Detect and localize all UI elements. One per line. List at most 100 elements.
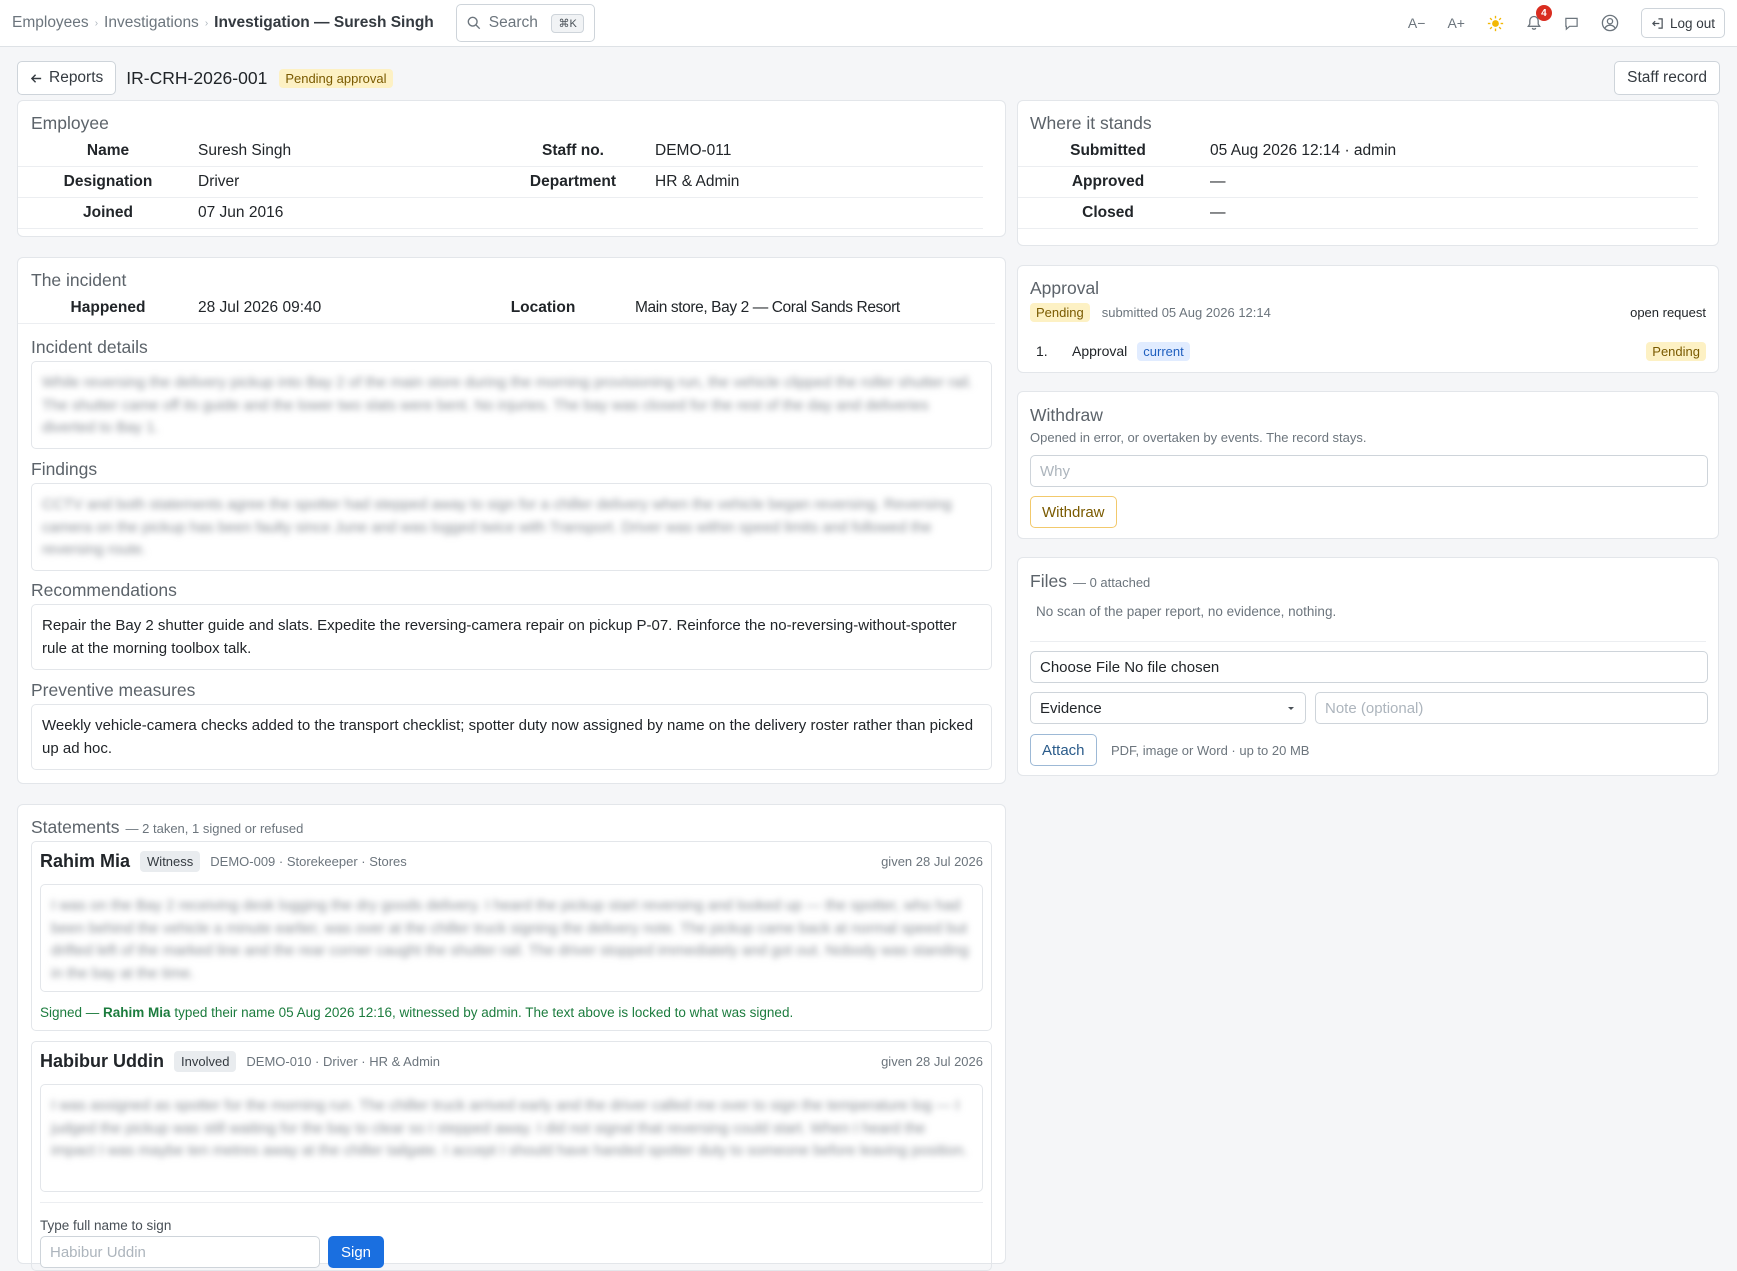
statement-meta: DEMO-009 · Storekeeper · Stores	[210, 854, 407, 869]
empty-cell	[643, 198, 983, 229]
statement-text-blurred: I was on the Bay 2 receiving desk loggin…	[51, 897, 969, 982]
approval-panel: Approval Pending submitted 05 Aug 2026 1…	[1017, 265, 1719, 373]
statements-title: Statements	[31, 817, 120, 837]
chevron-down-icon	[1288, 707, 1294, 710]
files-divider	[1030, 641, 1706, 642]
search-label: Search	[488, 14, 538, 31]
location-label: Location	[468, 293, 618, 324]
joined-value: 07 Jun 2016	[198, 198, 503, 229]
top-bar: Employees › Investigations › Investigati…	[0, 0, 1737, 47]
back-label: Reports	[49, 69, 104, 86]
statement-text-blurred: I was assigned as spotter for the mornin…	[51, 1097, 968, 1159]
font-smaller-button[interactable]: A−	[1408, 15, 1426, 31]
search-shortcut: ⌘K	[551, 13, 584, 33]
logout-icon	[1651, 17, 1663, 29]
statements-count: — 2 taken, 1 signed or refused	[125, 821, 304, 836]
designation-label: Designation	[18, 167, 198, 198]
file-chooser[interactable]: Choose File No file chosen	[1030, 651, 1708, 683]
statement-name: Habibur Uddin	[40, 1051, 164, 1071]
status-panel: Where it stands Submitted 05 Aug 2026 12…	[1017, 100, 1719, 246]
statement-header: Rahim Mia Witness DEMO-009 · Storekeeper…	[40, 851, 983, 872]
empty-cell	[503, 198, 643, 229]
joined-label: Joined	[18, 198, 198, 229]
approved-label: Approved	[1018, 167, 1198, 198]
withdraw-panel: Withdraw Opened in error, or overtaken b…	[1017, 391, 1719, 539]
logout-label: Log out	[1669, 15, 1715, 31]
approval-title: Approval	[1030, 278, 1100, 298]
happened-value: 28 Jul 2026 09:40	[198, 293, 468, 324]
files-empty-message: No scan of the paper report, no evidence…	[1036, 604, 1337, 619]
staff-no-value: DEMO-011	[643, 136, 983, 167]
file-note-input[interactable]: Note (optional)	[1315, 692, 1708, 724]
file-hint: PDF, image or Word · up to 20 MB	[1111, 743, 1310, 758]
sign-label: Type full name to sign	[40, 1218, 172, 1233]
closed-value: —	[1198, 198, 1698, 229]
staff-record-button[interactable]: Staff record	[1614, 61, 1720, 95]
department-label: Department	[503, 167, 643, 198]
statement-given-date: given 28 Jul 2026	[881, 1054, 983, 1069]
back-to-reports-button[interactable]: Reports	[17, 61, 117, 95]
signed-prefix: Signed —	[40, 1005, 104, 1020]
incident-details-text: While reversing the delivery pickup into…	[31, 361, 992, 449]
incident-fields: Happened 28 Jul 2026 09:40 Location Main…	[18, 293, 995, 324]
sign-button[interactable]: Sign	[328, 1236, 385, 1268]
name-label: Name	[18, 136, 198, 167]
search-box[interactable]: Search ⌘K	[455, 4, 595, 42]
statement-role-tag: Witness	[140, 851, 201, 872]
sign-divider	[40, 1202, 983, 1203]
incident-title: The incident	[31, 270, 127, 290]
preventive-text: Weekly vehicle-camera checks added to th…	[31, 704, 992, 770]
breadcrumb-investigations[interactable]: Investigations	[104, 14, 199, 32]
withdraw-reason-input[interactable]: Why	[1030, 455, 1708, 487]
notifications-bell-icon[interactable]: 4	[1526, 5, 1552, 31]
step-current-tag: current	[1137, 341, 1190, 361]
statement-meta: DEMO-010 · Driver · HR & Admin	[246, 1054, 441, 1069]
profile-icon[interactable]	[1601, 14, 1619, 32]
statement-role-tag: Involved	[174, 1051, 237, 1072]
findings-text: CCTV and both statements agree the spott…	[31, 483, 992, 571]
approval-submitted: submitted 05 Aug 2026 12:14	[1101, 305, 1271, 320]
preventive-title: Preventive measures	[31, 680, 196, 700]
designation-value: Driver	[198, 167, 503, 198]
withdraw-button[interactable]: Withdraw	[1030, 496, 1117, 528]
approved-value: —	[1198, 167, 1698, 198]
statements-panel: Statements — 2 taken, 1 signed or refuse…	[17, 804, 1006, 1271]
files-panel: Files — 0 attached No scan of the paper …	[1017, 557, 1719, 776]
recommendations-text: Repair the Bay 2 shutter guide and slats…	[31, 604, 992, 670]
statement-card: Rahim Mia Witness DEMO-009 · Storekeeper…	[31, 841, 992, 1031]
statement-signed-note: Signed — Rahim Mia typed their name 05 A…	[40, 1005, 793, 1020]
files-title: Files	[1030, 571, 1067, 591]
status-badge: Pending approval	[279, 68, 393, 88]
theme-sun-icon[interactable]	[1487, 15, 1504, 32]
signed-name: Rahim Mia	[103, 1005, 171, 1020]
withdraw-title: Withdraw	[1030, 405, 1103, 425]
status-fields: Submitted 05 Aug 2026 12:14 · admin Appr…	[1018, 136, 1708, 229]
staff-no-label: Staff no.	[503, 136, 643, 167]
statement-text: I was on the Bay 2 receiving desk loggin…	[40, 884, 983, 992]
arrow-left-icon	[30, 73, 42, 83]
files-header: Files — 0 attached	[1030, 571, 1150, 592]
sign-name-input[interactable]: Habibur Uddin	[40, 1236, 320, 1268]
file-type-value: Evidence	[1040, 699, 1102, 717]
files-count: — 0 attached	[1072, 575, 1151, 590]
statement-text: I was assigned as spotter for the mornin…	[40, 1084, 983, 1192]
attach-button[interactable]: Attach	[1030, 734, 1097, 766]
happened-label: Happened	[18, 293, 198, 324]
messages-icon[interactable]	[1564, 16, 1579, 31]
logout-button[interactable]: Log out	[1640, 8, 1725, 38]
findings-title: Findings	[31, 459, 98, 479]
signed-suffix: typed their name 05 Aug 2026 12:16, witn…	[170, 1005, 794, 1020]
approval-summary: Pending submitted 05 Aug 2026 12:14 open…	[1030, 303, 1706, 322]
file-type-select[interactable]: Evidence	[1030, 692, 1306, 724]
submitted-label: Submitted	[1018, 136, 1198, 167]
statement-given-date: given 28 Jul 2026	[881, 854, 983, 869]
breadcrumb-employees[interactable]: Employees	[12, 14, 89, 32]
status-title: Where it stands	[1030, 113, 1152, 133]
employee-fields: Name Suresh Singh Staff no. DEMO-011 Des…	[18, 136, 1007, 229]
recommendations-title: Recommendations	[31, 580, 177, 600]
notifications-count: 4	[1535, 5, 1552, 21]
font-larger-button[interactable]: A+	[1447, 15, 1465, 31]
incident-details-blurred: While reversing the delivery pickup into…	[42, 374, 973, 436]
closed-label: Closed	[1018, 198, 1198, 229]
open-request-link[interactable]: open request	[1630, 305, 1706, 320]
